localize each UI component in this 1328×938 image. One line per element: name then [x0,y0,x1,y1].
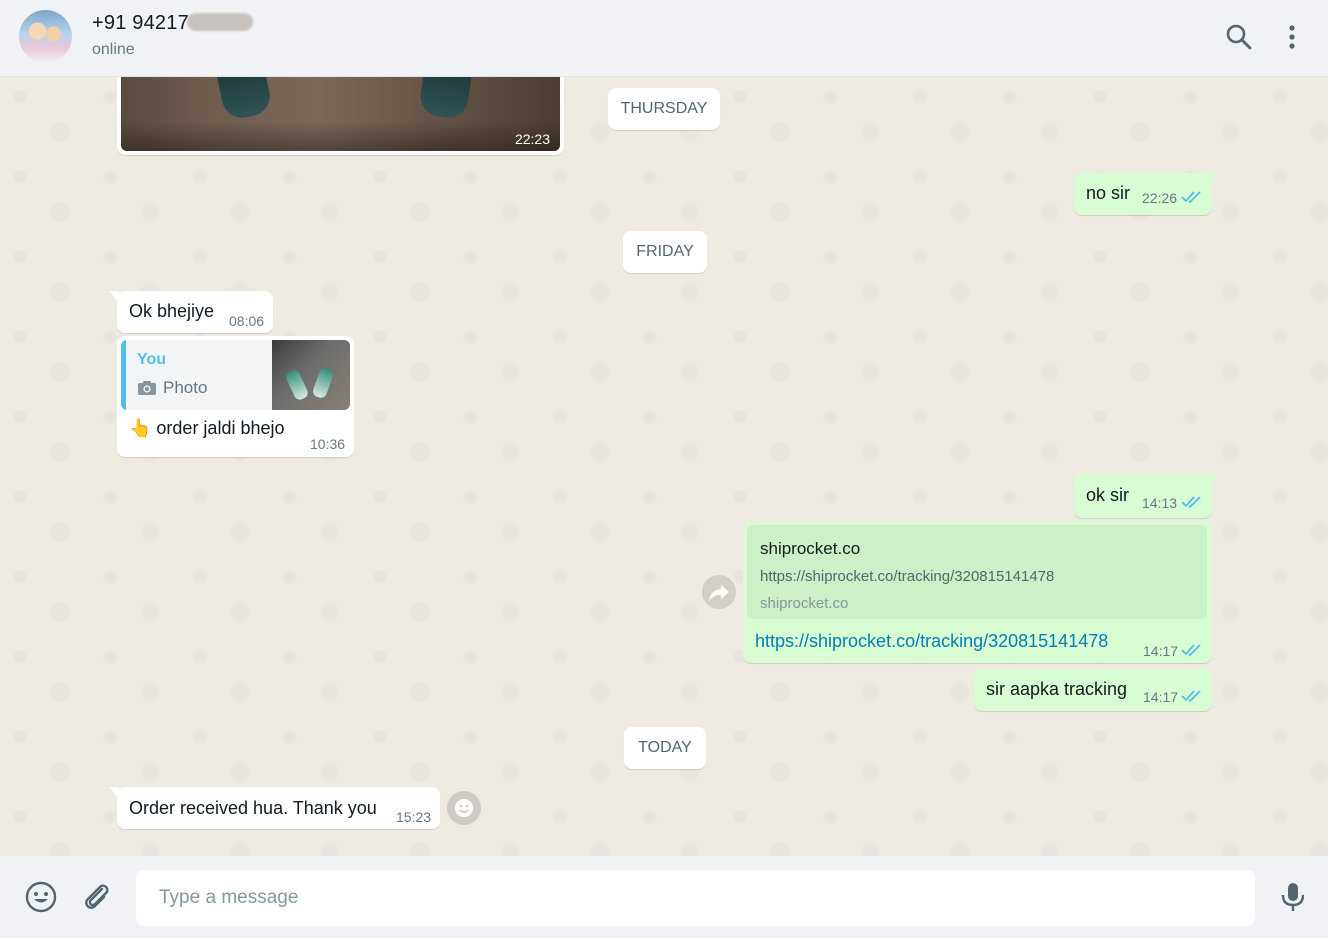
incoming-message[interactable]: Order received hua. Thank you 15:23 [109,787,440,829]
emoji-icon[interactable] [24,880,58,914]
outgoing-message[interactable]: ok sir 14:13 [1074,473,1220,518]
date-separator-friday: FRIDAY [623,231,707,273]
link-preview-url: https://shiprocket.co/tracking/320815141… [760,568,1055,585]
more-vertical-icon[interactable] [1277,22,1307,52]
photo-thumbnail[interactable]: 22:23 [121,77,560,151]
date-separator-today: TODAY [624,727,706,769]
quote-photo-thumbnail [272,340,350,410]
compose-bar [0,856,1328,938]
quote-type: Photo [163,378,208,397]
message-text: no sir [1086,183,1131,203]
message-time: 14:13 [1142,495,1178,511]
date-separator-thursday: THURSDAY [608,88,720,130]
outgoing-message[interactable]: sir aapka tracking 14:17 [974,669,1212,711]
read-ticks-icon [1181,191,1201,204]
message-time: 10:36 [310,436,346,452]
outgoing-link-message[interactable]: shiprocket.co https://shiprocket.co/trac… [743,521,1212,663]
image-message[interactable]: 22:23 [117,77,564,155]
link-preview-domain: shiprocket.co [760,595,849,612]
message-time: 22:26 [1142,190,1178,206]
contact-avatar[interactable] [19,10,72,63]
link-preview[interactable]: shiprocket.co https://shiprocket.co/trac… [747,525,1207,619]
read-ticks-icon [1181,644,1201,657]
camera-icon [138,381,156,395]
message-text: sir aapka tracking [986,679,1128,699]
reaction-emoji-icon[interactable] [447,791,481,825]
forward-icon[interactable] [702,575,736,609]
message-time: 14:17 [1143,689,1179,705]
message-time: 08:06 [229,313,265,329]
read-ticks-icon [1181,496,1201,509]
contact-name-text: +91 94217 [92,12,189,34]
message-text: ok sir [1086,485,1130,505]
quote-author: You [137,351,167,368]
message-text: 👆 order jaldi bhejo [129,418,285,438]
link-preview-title: shiprocket.co [760,539,861,558]
message-time: 15:23 [396,809,432,825]
search-icon[interactable] [1224,22,1254,52]
incoming-message[interactable]: Ok bhejiye 08:06 [109,291,273,333]
message-link[interactable]: https://shiprocket.co/tracking/320815141… [755,631,1108,652]
message-list[interactable]: 22:23 THURSDAY no sir 22:26 FRIDAY Ok bh… [0,77,1328,856]
contact-status: online [92,41,135,58]
message-time: 22:23 [514,131,550,147]
message-text: Ok bhejiye [129,301,215,321]
message-time: 14:17 [1143,643,1179,659]
attach-icon[interactable] [80,880,114,914]
outgoing-message[interactable]: no sir 22:26 [1074,173,1220,215]
incoming-reply-message[interactable]: You Photo 👆 order jaldi bhejo 10:36 [117,336,354,457]
redacted-number [186,13,253,31]
read-ticks-icon [1181,690,1201,703]
quoted-message[interactable]: You Photo [121,340,350,410]
microphone-icon[interactable] [1276,880,1310,914]
message-text: Order received hua. Thank you [129,798,377,818]
chat-header: +91 94217 online [0,0,1328,77]
contact-name[interactable]: +91 94217 [92,12,253,35]
message-input[interactable] [136,870,1255,926]
